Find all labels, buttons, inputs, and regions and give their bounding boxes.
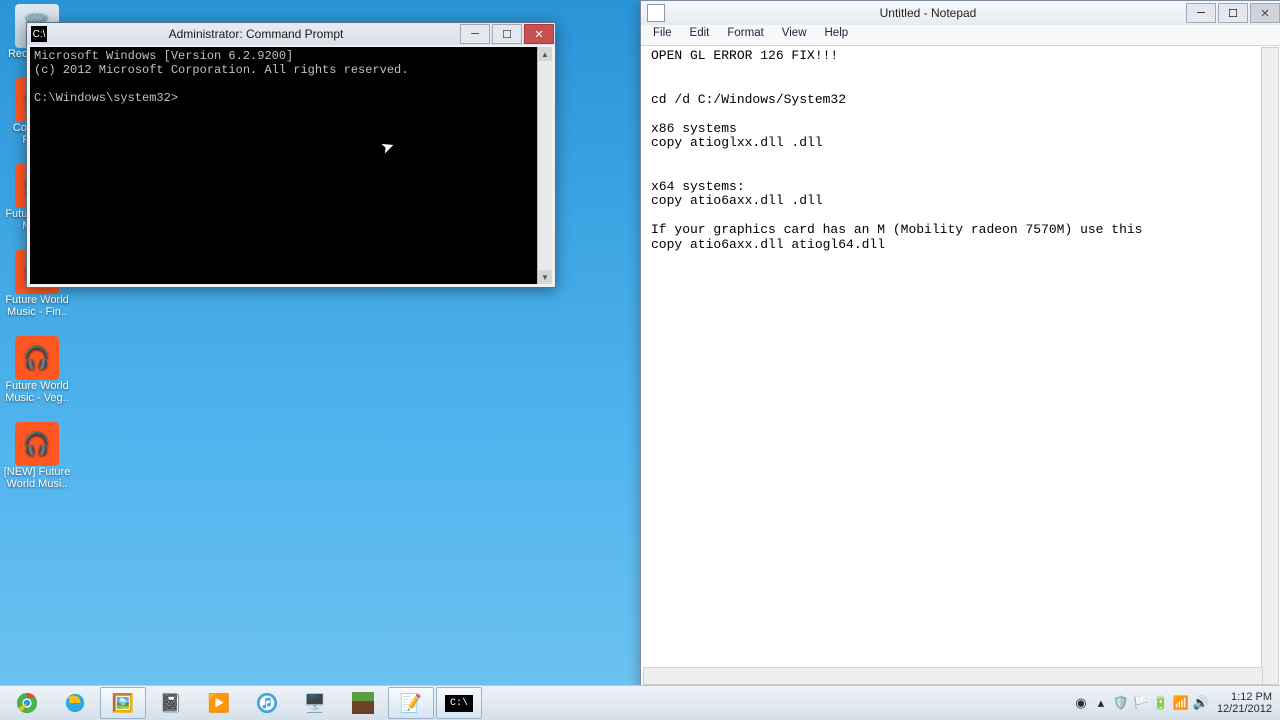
image-icon: 🖼️ (112, 693, 134, 714)
notepad-menubar: File Edit Format View Help (641, 25, 1280, 46)
notepad-scrollbar-horizontal[interactable] (643, 667, 1263, 685)
wifi-icon[interactable]: 📶 (1173, 695, 1189, 711)
clock-time: 1:12 PM (1231, 691, 1272, 703)
taskbar: 🖼️ 📓 ▶️ 🖥️ 📝 C:\ ◉ ▴ 🛡️ 🏳️ 🔋 📶 🔊 1:12 PM… (0, 685, 1280, 720)
minecraft-icon (352, 692, 374, 714)
menu-format[interactable]: Format (719, 25, 771, 45)
system-tray: ◉ ▴ 🛡️ 🏳️ 🔋 📶 🔊 1:12 PM 12/21/2012 (1073, 691, 1276, 715)
taskbar-pc[interactable]: 🖥️ (292, 687, 338, 719)
close-button[interactable]: ✕ (524, 24, 554, 44)
itunes-icon (256, 692, 278, 714)
taskbar-itunes[interactable] (244, 687, 290, 719)
volume-icon[interactable]: 🔊 (1193, 695, 1209, 711)
cmd-window[interactable]: C:\ Administrator: Command Prompt ─ ☐ ✕ … (26, 22, 556, 288)
taskbar-photos[interactable]: 🖼️ (100, 687, 146, 719)
cmd-text-line: (c) 2012 Microsoft Corporation. All righ… (34, 63, 408, 77)
ie-icon (64, 692, 86, 714)
menu-file[interactable]: File (645, 25, 680, 45)
notepad-window[interactable]: Untitled - Notepad ─ ☐ ✕ File Edit Forma… (640, 0, 1280, 688)
battery-icon[interactable]: 🔋 (1153, 695, 1169, 711)
cmd-icon: C:\ (31, 26, 47, 42)
headphones-icon: 🎧 (15, 336, 59, 380)
minimize-button[interactable]: ─ (1186, 3, 1216, 23)
tray-up-icon[interactable]: ▴ (1093, 695, 1109, 711)
menu-edit[interactable]: Edit (682, 25, 718, 45)
cmd-body[interactable]: Microsoft Windows [Version 6.2.9200] (c)… (30, 47, 552, 284)
cmd-titlebar[interactable]: C:\ Administrator: Command Prompt ─ ☐ ✕ (27, 23, 555, 45)
scroll-down-icon[interactable]: ▼ (538, 270, 552, 284)
notepad-text-area[interactable]: OPEN GL ERROR 126 FIX!!! cd /d C:/Window… (643, 47, 1279, 667)
book-icon: 📓 (160, 693, 182, 714)
notepad-window-controls: ─ ☐ ✕ (1185, 1, 1280, 25)
clock-date: 12/21/2012 (1217, 703, 1272, 715)
cmd-text-line: Microsoft Windows [Version 6.2.9200] (34, 49, 293, 63)
maximize-button[interactable]: ☐ (492, 24, 522, 44)
scroll-up-icon[interactable]: ▲ (538, 47, 552, 61)
play-icon: ▶️ (208, 693, 230, 714)
desktop-icon-music3[interactable]: 🎧 Future World Music - Veg.. (2, 336, 72, 404)
taskbar-notepad[interactable]: 📝 (388, 687, 434, 719)
cmd-window-controls: ─ ☐ ✕ (459, 22, 555, 46)
notepad-icon: 📝 (400, 693, 422, 714)
menu-help[interactable]: Help (817, 25, 857, 45)
chrome-icon (16, 692, 38, 714)
monitor-icon: 🖥️ (304, 693, 326, 714)
taskbar-chrome[interactable] (4, 687, 50, 719)
steam-icon[interactable]: ◉ (1073, 695, 1089, 711)
taskbar-media[interactable]: ▶️ (196, 687, 242, 719)
headphones-icon: 🎧 (15, 422, 59, 466)
taskbar-ie[interactable] (52, 687, 98, 719)
cmd-scrollbar[interactable]: ▲ ▼ (537, 47, 552, 284)
notepad-title: Untitled - Notepad (671, 6, 1185, 20)
cmd-title: Administrator: Command Prompt (53, 27, 459, 41)
close-button[interactable]: ✕ (1250, 3, 1280, 23)
notepad-scrollbar-vertical[interactable] (1261, 47, 1279, 685)
menu-view[interactable]: View (774, 25, 815, 45)
maximize-button[interactable]: ☐ (1218, 3, 1248, 23)
desktop-icon-music4[interactable]: 🎧 [NEW] Future World Musi.. (2, 422, 72, 490)
taskbar-clock[interactable]: 1:12 PM 12/21/2012 (1213, 691, 1272, 715)
cmd-prompt: C:\Windows\system32> (34, 91, 178, 105)
shield-icon[interactable]: 🛡️ (1113, 695, 1129, 711)
taskbar-doc[interactable]: 📓 (148, 687, 194, 719)
desktop-icon-label: Future World Music - Fin.. (2, 294, 72, 318)
minimize-button[interactable]: ─ (460, 24, 490, 44)
notepad-icon (647, 4, 665, 22)
cmd-icon: C:\ (445, 695, 473, 712)
desktop-icon-label: Future World Music - Veg.. (2, 380, 72, 404)
taskbar-cmd[interactable]: C:\ (436, 687, 482, 719)
notepad-titlebar[interactable]: Untitled - Notepad ─ ☐ ✕ (641, 1, 1280, 25)
desktop-icon-label: [NEW] Future World Musi.. (2, 466, 72, 490)
taskbar-minecraft[interactable] (340, 687, 386, 719)
flag-icon[interactable]: 🏳️ (1133, 695, 1149, 711)
